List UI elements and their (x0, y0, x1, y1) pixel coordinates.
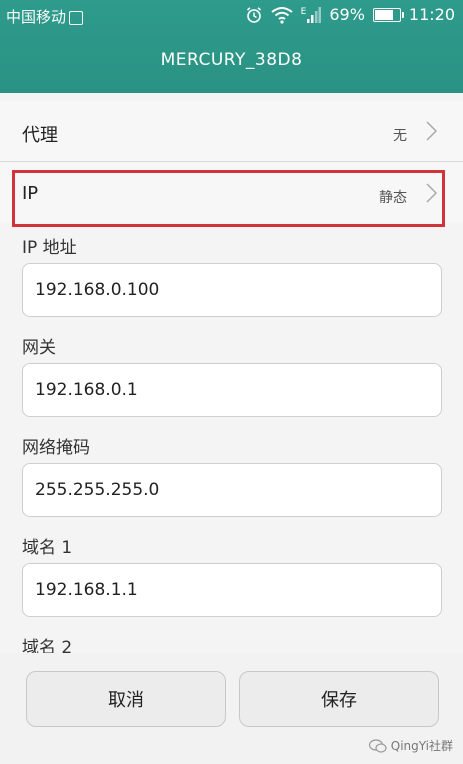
app-header: 中国移动 E 69% 11:20 MERCURY_38D8 (0, 0, 463, 93)
network-title: MERCURY_38D8 (160, 50, 303, 70)
cancel-button[interactable]: 取消 (26, 671, 226, 727)
proxy-value: 无 (393, 128, 407, 144)
save-button[interactable]: 保存 (239, 671, 439, 727)
ip-address-label: IP 地址 (22, 238, 77, 258)
dns2-label: 域名 2 (22, 638, 73, 653)
watermark: QingYi社群 (368, 737, 453, 754)
carrier-name: 中国移动 (6, 8, 67, 26)
ip-settings-panel: 代理 无 IP 静态 IP 地址 网关 网络掩码 域名 1 域名 2 (0, 93, 463, 653)
network-type-label: E (300, 6, 307, 17)
carrier-info: 中国移动 (6, 6, 84, 27)
proxy-label: 代理 (22, 125, 58, 146)
dns1-label: 域名 1 (22, 538, 73, 558)
battery-percent: 69% (329, 5, 365, 24)
action-bar: 取消 保存 QingYi社群 (0, 653, 463, 764)
highlight-box (12, 170, 445, 227)
netmask-label: 网络掩码 (22, 438, 90, 458)
netmask-input[interactable] (22, 463, 442, 517)
watermark-text: QingYi社群 (390, 739, 453, 753)
ip-address-input[interactable] (22, 263, 442, 317)
clock-time: 11:20 (408, 5, 455, 24)
alarm-icon (246, 6, 261, 23)
battery-icon (372, 7, 404, 22)
proxy-row[interactable]: 代理 无 (0, 101, 463, 162)
wechat-icon (368, 738, 387, 753)
gateway-label: 网关 (22, 338, 56, 358)
sim-icon (69, 10, 84, 25)
status-icons: E 69% 11:20 (245, 5, 455, 24)
signal-indicator: E (300, 6, 322, 23)
wifi-icon (271, 6, 293, 24)
gateway-input[interactable] (22, 363, 442, 417)
chevron-right-icon (426, 121, 438, 141)
signal-icon (307, 6, 322, 23)
status-bar: 中国移动 E 69% 11:20 (0, 0, 463, 30)
dns1-input[interactable] (22, 563, 442, 617)
